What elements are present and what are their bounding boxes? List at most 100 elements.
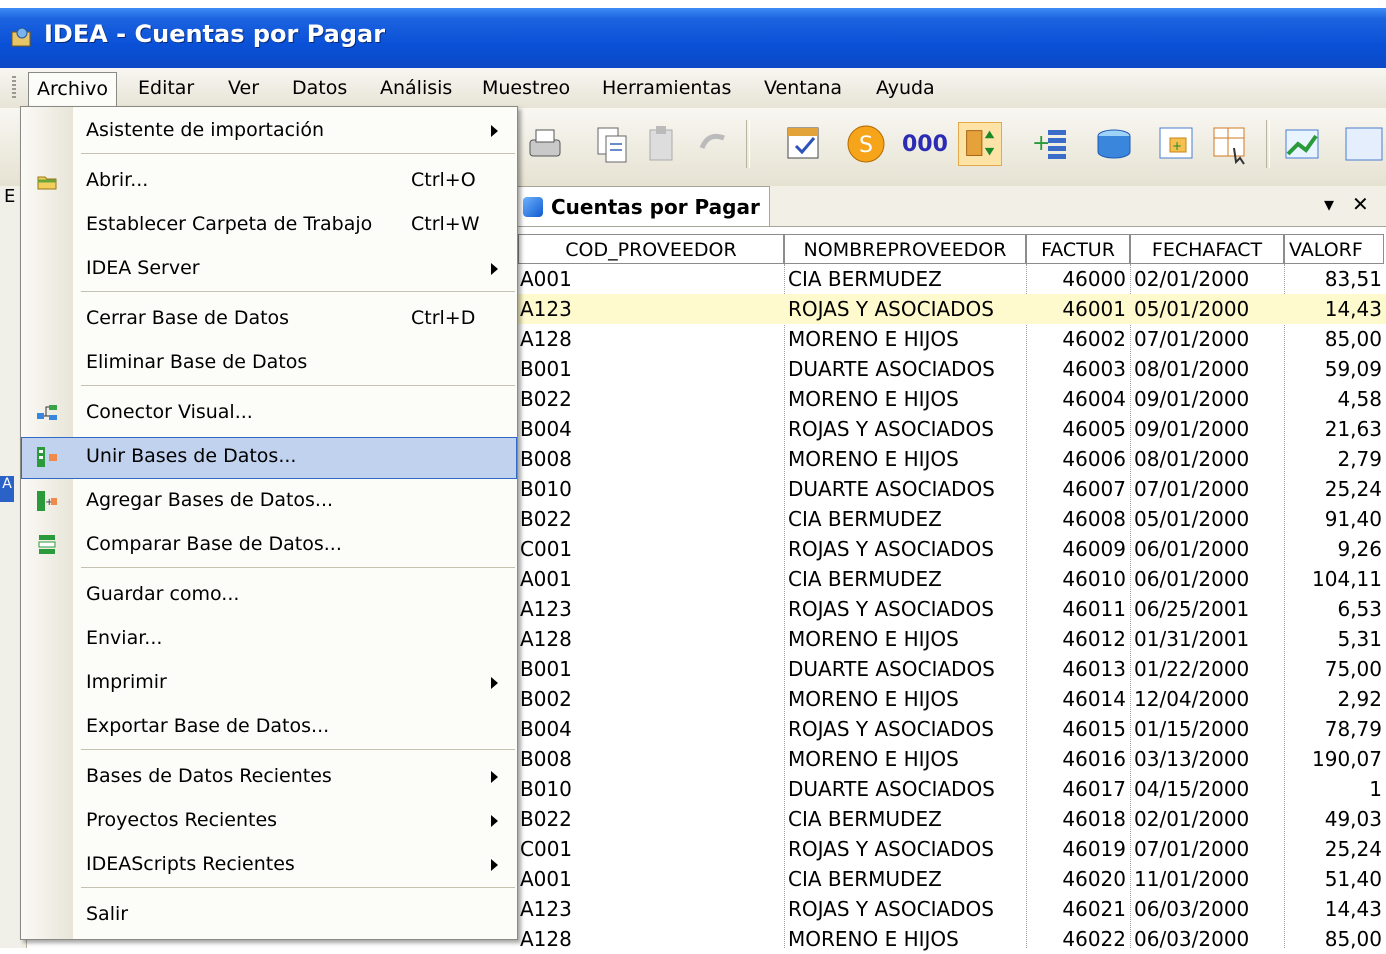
cell-valorf[interactable]: 49,03 bbox=[1286, 804, 1382, 834]
column-header-nombreproveedor[interactable]: NOMBREPROVEEDOR bbox=[784, 234, 1026, 264]
cell-fechafact[interactable]: 01/22/2000 bbox=[1134, 654, 1282, 684]
cell-cod-proveedor[interactable]: A123 bbox=[520, 294, 780, 324]
cell-fechafact[interactable]: 06/25/2001 bbox=[1134, 594, 1282, 624]
cell-fechafact[interactable]: 07/01/2000 bbox=[1134, 324, 1282, 354]
cell-cod-proveedor[interactable]: A128 bbox=[520, 924, 780, 954]
cell-factur[interactable]: 46000 bbox=[1028, 264, 1126, 294]
cell-nombreproveedor[interactable]: DUARTE ASOCIADOS bbox=[788, 354, 1024, 384]
table-row[interactable]: C001 ROJAS Y ASOCIADOS 46019 07/01/2000 25,2… bbox=[448, 834, 1386, 864]
cell-valorf[interactable]: 2,79 bbox=[1286, 444, 1382, 474]
cell-factur[interactable]: 46016 bbox=[1028, 744, 1126, 774]
cell-fechafact[interactable]: 04/15/2000 bbox=[1134, 774, 1282, 804]
column-header-valorf[interactable]: VALORF bbox=[1284, 234, 1384, 264]
cell-factur[interactable]: 46003 bbox=[1028, 354, 1126, 384]
cell-nombreproveedor[interactable]: MORENO E HIJOS bbox=[788, 384, 1024, 414]
cell-nombreproveedor[interactable]: ROJAS Y ASOCIADOS bbox=[788, 534, 1024, 564]
chart-icon[interactable] bbox=[1280, 122, 1324, 166]
cell-valorf[interactable]: 85,00 bbox=[1286, 924, 1382, 954]
cell-fechafact[interactable]: 06/01/2000 bbox=[1134, 564, 1282, 594]
cell-fechafact[interactable]: 06/01/2000 bbox=[1134, 534, 1282, 564]
cell-fechafact[interactable]: 06/03/2000 bbox=[1134, 894, 1282, 924]
menu-item-unir-bases-de-datos[interactable]: Unir Bases de Datos... bbox=[21, 437, 517, 479]
menu-item-eliminar-base-de-datos[interactable]: Eliminar Base de Datos bbox=[21, 343, 517, 385]
cell-cod-proveedor[interactable]: C001 bbox=[520, 834, 780, 864]
cell-factur[interactable]: 46022 bbox=[1028, 924, 1126, 954]
column-header-cod-proveedor[interactable]: COD_PROVEEDOR bbox=[518, 234, 784, 264]
cell-cod-proveedor[interactable]: B022 bbox=[520, 504, 780, 534]
cell-fechafact[interactable]: 12/04/2000 bbox=[1134, 684, 1282, 714]
cell-cod-proveedor[interactable]: B008 bbox=[520, 444, 780, 474]
menu-item-agregar-bases-de-datos[interactable]: + Agregar Bases de Datos... bbox=[21, 481, 517, 523]
cell-fechafact[interactable]: 09/01/2000 bbox=[1134, 384, 1282, 414]
cell-fechafact[interactable]: 08/01/2000 bbox=[1134, 444, 1282, 474]
cell-factur[interactable]: 46004 bbox=[1028, 384, 1126, 414]
cell-factur[interactable]: 46015 bbox=[1028, 714, 1126, 744]
cell-factur[interactable]: 46006 bbox=[1028, 444, 1126, 474]
cell-nombreproveedor[interactable]: MORENO E HIJOS bbox=[788, 924, 1024, 954]
cell-nombreproveedor[interactable]: CIA BERMUDEZ bbox=[788, 264, 1024, 294]
table-row[interactable]: B022 MORENO E HIJOS 46004 09/01/2000 4,58 bbox=[448, 384, 1386, 414]
cell-factur[interactable]: 46019 bbox=[1028, 834, 1126, 864]
cell-cod-proveedor[interactable]: B022 bbox=[520, 804, 780, 834]
menu-item-establecer-carpeta-de-trabajo[interactable]: Establecer Carpeta de Trabajo Ctrl+W bbox=[21, 205, 517, 247]
table-row[interactable]: B002 MORENO E HIJOS 46014 12/04/2000 2,92 bbox=[448, 684, 1386, 714]
menu-item-bases-de-datos-recientes[interactable]: Bases de Datos Recientes bbox=[21, 757, 517, 799]
menu-item-exportar-base-de-datos[interactable]: Exportar Base de Datos... bbox=[21, 707, 517, 749]
cell-cod-proveedor[interactable]: A128 bbox=[520, 324, 780, 354]
cell-valorf[interactable]: 9,26 bbox=[1286, 534, 1382, 564]
menu-item-enviar[interactable]: Enviar... bbox=[21, 619, 517, 661]
cell-valorf[interactable]: 2,92 bbox=[1286, 684, 1382, 714]
cell-valorf[interactable]: 21,63 bbox=[1286, 414, 1382, 444]
table-row[interactable]: B004 ROJAS Y ASOCIADOS 46015 01/15/2000 78,7… bbox=[448, 714, 1386, 744]
menu-item-comparar-base-de-datos[interactable]: Comparar Base de Datos... bbox=[21, 525, 517, 567]
cell-fechafact[interactable]: 05/01/2000 bbox=[1134, 294, 1282, 324]
cell-valorf[interactable]: 51,40 bbox=[1286, 864, 1382, 894]
cell-cod-proveedor[interactable]: B001 bbox=[520, 654, 780, 684]
cell-cod-proveedor[interactable]: A123 bbox=[520, 894, 780, 924]
cell-factur[interactable]: 46012 bbox=[1028, 624, 1126, 654]
table-row[interactable]: C001 ROJAS Y ASOCIADOS 46009 06/01/2000 9,26 bbox=[448, 534, 1386, 564]
cell-fechafact[interactable]: 02/01/2000 bbox=[1134, 804, 1282, 834]
cell-valorf[interactable]: 78,79 bbox=[1286, 714, 1382, 744]
cell-nombreproveedor[interactable]: DUARTE ASOCIADOS bbox=[788, 474, 1024, 504]
cell-nombreproveedor[interactable]: ROJAS Y ASOCIADOS bbox=[788, 594, 1024, 624]
table-row[interactable]: B022 CIA BERMUDEZ 46018 02/01/2000 49,03 bbox=[448, 804, 1386, 834]
field-manipulation-icon[interactable] bbox=[782, 122, 826, 166]
cell-valorf[interactable]: 85,00 bbox=[1286, 324, 1382, 354]
currency-icon[interactable]: S bbox=[844, 122, 888, 166]
menu-ayuda[interactable]: Ayuda bbox=[868, 74, 943, 102]
menu-item-imprimir[interactable]: Imprimir bbox=[21, 663, 517, 705]
database-icon[interactable] bbox=[1092, 122, 1136, 166]
cell-factur[interactable]: 46011 bbox=[1028, 594, 1126, 624]
tab-dropdown-icon[interactable]: ▾ bbox=[1324, 192, 1334, 216]
data-grid[interactable]: COD_PROVEEDOR NOMBREPROVEEDOR FACTUR FEC… bbox=[448, 226, 1386, 951]
table-row[interactable]: B001 DUARTE ASOCIADOS 46003 08/01/2000 59,09 bbox=[448, 354, 1386, 384]
table-row[interactable]: B008 MORENO E HIJOS 46016 03/13/2000 190,07 bbox=[448, 744, 1386, 774]
table-row[interactable]: A128 MORENO E HIJOS 46022 06/03/2000 85,00 bbox=[448, 924, 1386, 954]
close-icon[interactable]: ✕ bbox=[1352, 192, 1369, 216]
cell-fechafact[interactable]: 02/01/2000 bbox=[1134, 264, 1282, 294]
cell-fechafact[interactable]: 01/15/2000 bbox=[1134, 714, 1282, 744]
table-row[interactable]: A001 CIA BERMUDEZ 46010 06/01/2000 104,11 bbox=[448, 564, 1386, 594]
paste-icon[interactable] bbox=[640, 122, 684, 166]
cell-valorf[interactable]: 6,53 bbox=[1286, 594, 1382, 624]
cell-factur[interactable]: 46008 bbox=[1028, 504, 1126, 534]
cell-nombreproveedor[interactable]: CIA BERMUDEZ bbox=[788, 804, 1024, 834]
cell-fechafact[interactable]: 09/01/2000 bbox=[1134, 414, 1282, 444]
cell-cod-proveedor[interactable]: A128 bbox=[520, 624, 780, 654]
menu-item-conector-visual[interactable]: Conector Visual... bbox=[21, 393, 517, 435]
tab-cuentas-por-pagar[interactable]: Cuentas por Pagar bbox=[514, 186, 770, 226]
append-field-icon[interactable]: + bbox=[1028, 122, 1072, 166]
cell-valorf[interactable]: 14,43 bbox=[1286, 294, 1382, 324]
menu-analisis[interactable]: Análisis bbox=[372, 74, 460, 102]
cell-cod-proveedor[interactable]: B010 bbox=[520, 774, 780, 804]
cell-factur[interactable]: 46018 bbox=[1028, 804, 1126, 834]
cell-valorf[interactable]: 83,51 bbox=[1286, 264, 1382, 294]
cell-cod-proveedor[interactable]: C001 bbox=[520, 534, 780, 564]
table-row[interactable]: B004 ROJAS Y ASOCIADOS 46005 09/01/2000 21,6… bbox=[448, 414, 1386, 444]
menu-herramientas[interactable]: Herramientas bbox=[594, 74, 739, 102]
cell-fechafact[interactable]: 11/01/2000 bbox=[1134, 864, 1282, 894]
cell-valorf[interactable]: 91,40 bbox=[1286, 504, 1382, 534]
menu-editar[interactable]: Editar bbox=[130, 74, 202, 102]
undo-icon[interactable] bbox=[690, 122, 734, 166]
